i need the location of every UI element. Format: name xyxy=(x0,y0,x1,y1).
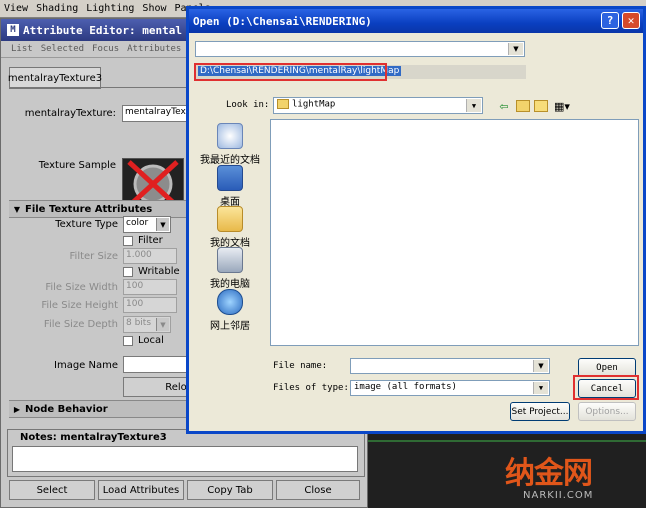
menu-view[interactable]: View xyxy=(4,3,28,14)
file-name-input[interactable]: ▼ xyxy=(350,358,550,374)
tab-mentalray-texture3[interactable]: mentalrayTexture3 xyxy=(8,67,102,89)
file-size-width-field[interactable]: 100 xyxy=(123,279,177,295)
place-recent-documents[interactable]: 我最近的文档 xyxy=(195,123,265,166)
path-highlight-box xyxy=(194,63,387,81)
place-my-computer[interactable]: 我的电脑 xyxy=(195,247,265,290)
filter-size-label: Filter Size xyxy=(69,251,118,262)
watermark-text: 纳金网 xyxy=(505,456,593,491)
dropdown-arrow-icon: ▼ xyxy=(508,43,523,55)
file-size-height-label: File Size Height xyxy=(41,300,118,311)
files-of-type-label: Files of type: xyxy=(273,383,349,393)
load-attributes-button[interactable]: Load Attributes xyxy=(98,480,184,500)
dropdown-arrow-icon: ▼ xyxy=(466,99,481,112)
file-size-depth-dropdown[interactable]: 8 bits ▼ xyxy=(123,316,171,333)
open-file-dialog: Open (D:\Chensai\RENDERING) ? ✕ ▼ D:\Che… xyxy=(186,6,646,434)
file-list[interactable] xyxy=(270,119,639,346)
select-button[interactable]: Select xyxy=(9,480,95,500)
dropdown-arrow-icon: ▼ xyxy=(533,382,548,394)
files-of-type-combo[interactable]: image (all formats) ▼ xyxy=(350,380,550,396)
close-button[interactable]: Close xyxy=(276,480,360,500)
up-folder-icon[interactable] xyxy=(516,99,530,113)
texture-sample-label: Texture Sample xyxy=(38,160,116,171)
texture-type-dropdown[interactable]: color ▼ xyxy=(123,216,171,233)
reload-button[interactable]: Relo xyxy=(123,377,189,397)
dropdown-arrow-icon: ▼ xyxy=(156,318,169,331)
image-name-label: Image Name xyxy=(54,360,118,371)
filter-size-field[interactable]: 1.000 xyxy=(123,248,177,264)
options-button[interactable]: Options... xyxy=(578,402,636,421)
my-computer-icon xyxy=(217,247,243,273)
file-size-depth-label: File Size Depth xyxy=(43,319,118,330)
viewport-line xyxy=(368,440,646,442)
network-icon xyxy=(217,289,243,315)
open-dialog-title: Open (D:\Chensai\RENDERING) xyxy=(193,14,372,28)
place-network[interactable]: 网上邻居 xyxy=(195,289,265,332)
file-size-height-field[interactable]: 100 xyxy=(123,297,177,313)
place-desktop[interactable]: 桌面 xyxy=(195,165,265,208)
close-icon[interactable]: ✕ xyxy=(622,12,640,29)
watermark-logo: 纳金网 NARKII.COM xyxy=(505,448,643,506)
menu-attributes[interactable]: Attributes xyxy=(127,44,181,54)
dropdown-arrow-icon: ▼ xyxy=(533,360,548,372)
image-name-field[interactable] xyxy=(123,356,189,373)
filter-label: Filter xyxy=(138,235,163,246)
desktop-icon xyxy=(217,165,243,191)
look-in-combo[interactable]: lightMap ▼ xyxy=(273,97,483,114)
file-size-width-label: File Size Width xyxy=(45,282,118,293)
expand-triangle-icon: ▼ xyxy=(13,204,21,214)
menu-show[interactable]: Show xyxy=(142,3,166,14)
new-folder-icon[interactable] xyxy=(534,99,548,113)
set-project-button[interactable]: Set Project... xyxy=(510,402,570,421)
writable-label: Writable xyxy=(138,266,180,277)
dropdown-arrow-icon: ▼ xyxy=(156,218,169,231)
menu-shading[interactable]: Shading xyxy=(36,3,78,14)
look-in-label: Look in: xyxy=(226,100,270,110)
back-icon[interactable]: ⇦ xyxy=(497,99,511,113)
menu-lighting[interactable]: Lighting xyxy=(86,3,134,14)
my-documents-icon xyxy=(217,206,243,232)
file-name-label: File name: xyxy=(273,361,328,371)
maya-logo-icon: M xyxy=(7,24,19,36)
menu-list[interactable]: List xyxy=(11,44,33,54)
attribute-editor-title: Attribute Editor: mental xyxy=(23,23,182,37)
filter-checkbox[interactable] xyxy=(123,236,133,246)
menu-focus[interactable]: Focus xyxy=(92,44,119,54)
mentalray-texture-field[interactable]: mentalrayTextur xyxy=(122,105,199,122)
local-label: Local xyxy=(138,335,164,346)
notes-label: Notes: mentalrayTexture3 xyxy=(20,432,167,443)
mentalray-texture-label: mentalrayTexture: xyxy=(24,108,116,119)
recent-documents-icon xyxy=(217,123,243,149)
places-bar: 我最近的文档 桌面 我的文档 我的电脑 网上邻居 xyxy=(195,117,265,337)
texture-type-label: Texture Type xyxy=(55,219,118,230)
cancel-highlight-box xyxy=(573,375,639,400)
open-dialog-titlebar[interactable]: Open (D:\Chensai\RENDERING) ? ✕ xyxy=(189,9,643,33)
view-menu-icon[interactable]: ▦▾ xyxy=(552,99,572,113)
help-icon[interactable]: ? xyxy=(601,12,619,29)
writable-checkbox[interactable] xyxy=(123,267,133,277)
history-combo[interactable]: ▼ xyxy=(195,41,525,57)
local-checkbox[interactable] xyxy=(123,336,133,346)
menu-selected[interactable]: Selected xyxy=(41,44,84,54)
place-my-documents[interactable]: 我的文档 xyxy=(195,206,265,249)
notes-textarea[interactable] xyxy=(12,446,358,472)
collapse-triangle-icon: ▶ xyxy=(13,404,21,414)
watermark-url: NARKII.COM xyxy=(523,490,594,501)
folder-icon xyxy=(277,99,289,109)
notes-panel: Notes: mentalrayTexture3 xyxy=(7,429,365,477)
copy-tab-button[interactable]: Copy Tab xyxy=(187,480,273,500)
